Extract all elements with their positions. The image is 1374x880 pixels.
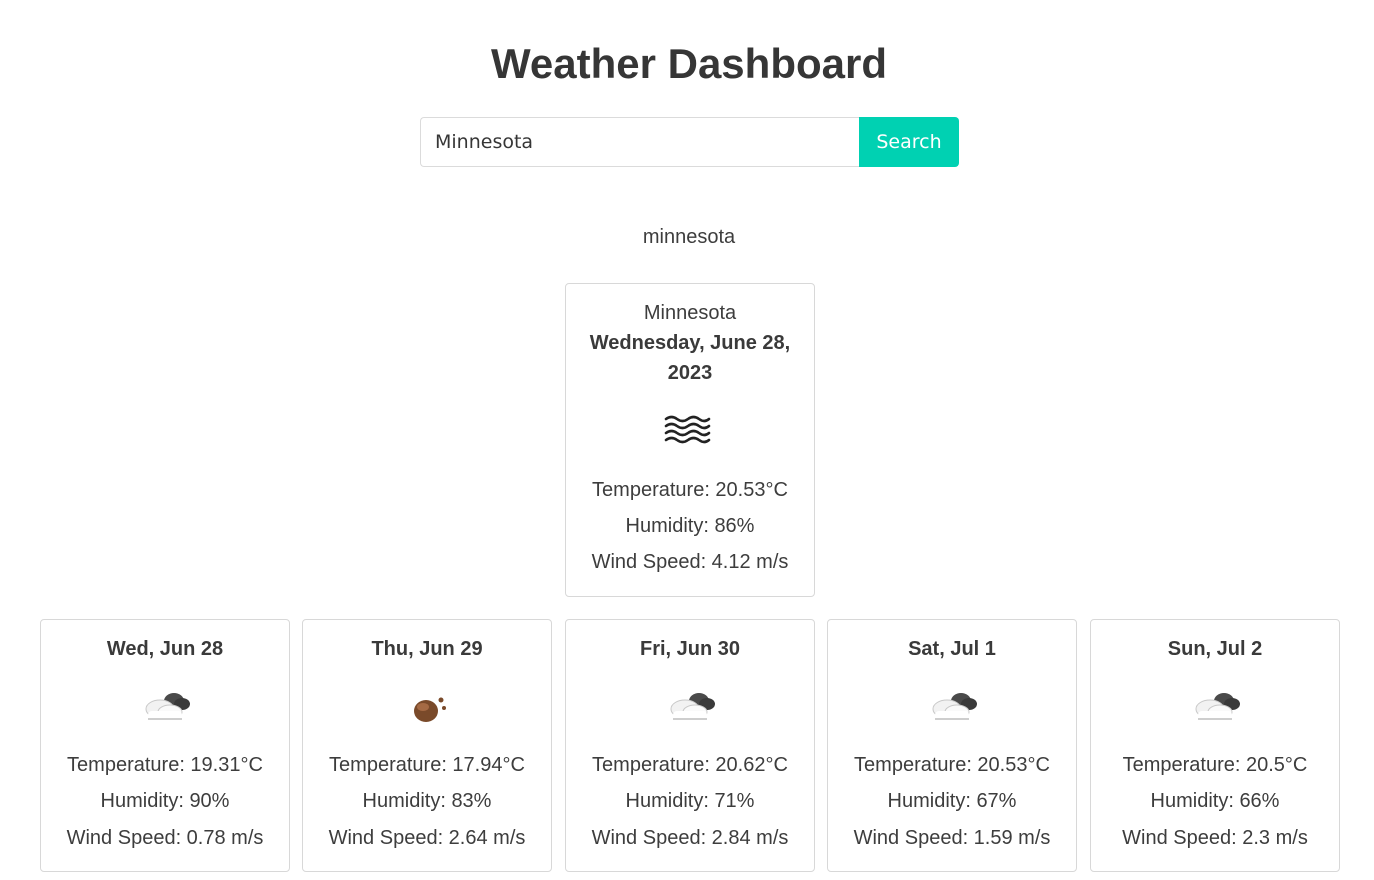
current-city: Minnesota [643,302,737,324]
forecast-humidity: Humidity: 66% [1150,790,1280,812]
forecast-temperature: Temperature: 20.53°C [854,754,1050,776]
search-query-label: minnesota [642,226,736,248]
current-temperature: Temperature: 20.53°C [592,479,788,501]
broken-clouds-icon [670,693,715,720]
broken-clouds-icon [1195,693,1240,720]
forecast-temperature: Temperature: 20.5°C [1122,754,1308,776]
current-wind-speed: Wind Speed: 4.12 m/s [591,551,789,573]
forecast-card: Sat, Jul 1 Temperature: 20.53°C Humidity… [827,619,1077,872]
forecast-day: Fri, Jun 30 [639,638,741,660]
broken-clouds-icon [145,693,190,720]
broken-clouds-icon [932,693,977,720]
forecast-humidity: Humidity: 90% [100,790,230,812]
forecast-humidity: Humidity: 83% [362,790,492,812]
forecast-card: Fri, Jun 30 Temperature: 20.62°C Humidit… [565,619,815,872]
forecast-day: Sun, Jul 2 [1167,638,1263,660]
current-date-line1: Wednesday, June 28, [589,332,791,354]
forecast-day: Sat, Jul 1 [908,638,996,660]
current-date-line2: 2023 [667,362,713,384]
forecast-wind-speed: Wind Speed: 2.84 m/s [591,827,789,849]
search-input[interactable] [420,117,859,167]
forecast-day: Wed, Jun 28 [106,638,224,660]
forecast-temperature: Temperature: 19.31°C [67,754,263,776]
forecast-card: Wed, Jun 28 Temperature: 19.31°C Humidit… [40,619,290,872]
forecast-card: Thu, Jun 29 Temperature: 17.94°C Humidit… [302,619,552,872]
forecast-wind-speed: Wind Speed: 0.78 m/s [66,827,264,849]
rain-drop-icon [414,697,446,722]
forecast-humidity: Humidity: 67% [887,790,1017,812]
forecast-day: Thu, Jun 29 [371,638,483,660]
forecast-temperature: Temperature: 20.62°C [592,754,788,776]
page-title: Weather Dashboard [491,40,887,87]
mist-icon [664,415,711,444]
forecast-humidity: Humidity: 71% [625,790,755,812]
forecast-temperature: Temperature: 17.94°C [329,754,525,776]
forecast-wind-speed: Wind Speed: 1.59 m/s [853,827,1051,849]
forecast-card: Sun, Jul 2 Temperature: 20.5°C Humidity:… [1090,619,1340,872]
search-bar: Search [420,117,959,167]
forecast-wind-speed: Wind Speed: 2.3 m/s [1122,827,1308,849]
forecast-wind-speed: Wind Speed: 2.64 m/s [328,827,526,849]
search-button[interactable]: Search [859,117,959,167]
current-weather-card: Minnesota Wednesday, June 28, 2023 Tempe… [565,283,815,597]
current-humidity: Humidity: 86% [625,515,755,537]
weather-dashboard-page: Weather Dashboard Search minnesota Minne… [0,0,1374,880]
